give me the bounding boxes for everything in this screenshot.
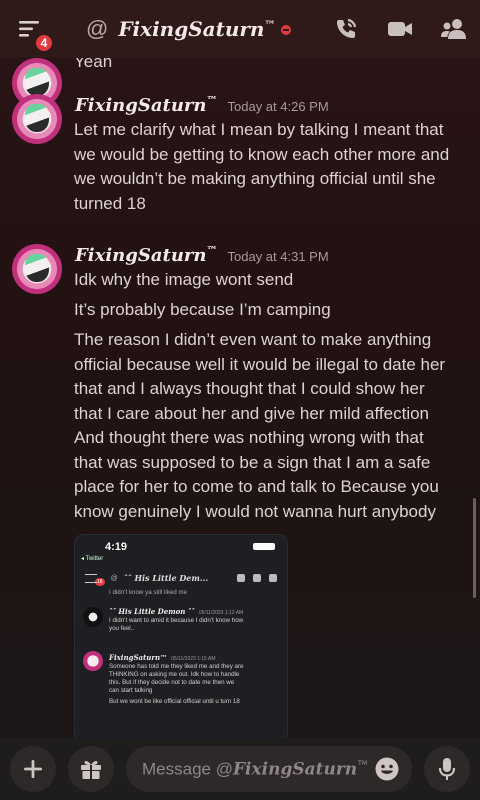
embed-message-text: I didn’t know ya still liked me bbox=[109, 589, 188, 596]
embed-avatar bbox=[83, 651, 103, 671]
timestamp: Today at 4:31 PM bbox=[227, 249, 329, 264]
add-attachment-button[interactable] bbox=[10, 746, 56, 792]
emoji-icon[interactable] bbox=[374, 756, 400, 782]
channel-title[interactable]: FixingSaturn™ bbox=[118, 17, 292, 41]
embed-message-line: you feel.. bbox=[109, 625, 135, 632]
placeholder-tm: ™ bbox=[357, 758, 369, 771]
author-name[interactable]: FixingSaturn™ bbox=[75, 244, 218, 266]
channel-header: 4 @ FixingSaturn™ bbox=[0, 0, 480, 58]
message-line: The reason I didn’t even want to make an… bbox=[74, 330, 432, 349]
message-line: place for her to come to and talk to Bec… bbox=[74, 477, 439, 496]
embed-author: ˆˆ His Little Demon ˆˆ 05/11/2023 1:12 AM bbox=[109, 607, 243, 616]
author-tm: ™ bbox=[206, 94, 218, 107]
embed-message-text: Someone has told me they liked me and th… bbox=[109, 663, 244, 706]
embed-message-text: I didn’t want to amid it because I didn’… bbox=[109, 617, 243, 633]
embed-author-text: FixingSaturn™ bbox=[109, 653, 168, 662]
message-line: official because well it would be illega… bbox=[74, 354, 446, 374]
voice-message-button[interactable] bbox=[424, 746, 470, 792]
notification-badge: 4 bbox=[34, 33, 54, 53]
message-text: Yeah bbox=[74, 58, 113, 71]
message-text: The reason I didn’t even want to make an… bbox=[74, 328, 470, 524]
embed-video-icon bbox=[253, 574, 261, 582]
message-line: know genuinely I would not wanna hurt an… bbox=[74, 501, 436, 521]
gift-button[interactable] bbox=[68, 746, 114, 792]
video-camera-icon bbox=[388, 22, 412, 36]
placeholder-prefix: Message @ bbox=[142, 759, 233, 779]
plus-icon bbox=[24, 760, 42, 778]
embed-author: FixingSaturn™ 05/11/2023 1:15 AM bbox=[109, 653, 216, 662]
battery-icon bbox=[253, 543, 275, 550]
embed-channel-name: ˆˆ His Little Dem... bbox=[123, 573, 209, 583]
embed-at-symbol: @ bbox=[110, 574, 118, 582]
embed-call-icon bbox=[237, 574, 245, 582]
channel-title-tm: ™ bbox=[264, 18, 276, 32]
message-input[interactable]: Message @FixingSaturn™ bbox=[126, 746, 412, 792]
menu-button[interactable]: 4 bbox=[12, 11, 54, 53]
message-text: Let me clarify what I mean by talking I … bbox=[74, 118, 470, 216]
message-text: Idk why the image wont send bbox=[74, 270, 294, 289]
avatar[interactable] bbox=[12, 94, 62, 144]
embed-time: 4:19 bbox=[105, 541, 128, 553]
author-name-text: FixingSaturn bbox=[75, 95, 207, 116]
message-list[interactable]: Yeah FixingSaturn™ Today at 4:26 PM Let … bbox=[0, 58, 480, 738]
message-line: that and I always thought that I could s… bbox=[74, 379, 425, 398]
embed-back-label: ◂ Twitter bbox=[81, 556, 104, 562]
phone-call-icon bbox=[337, 18, 357, 38]
embed-header: 18 @ ˆˆ His Little Dem... bbox=[75, 569, 287, 587]
at-symbol: @ bbox=[86, 16, 109, 41]
placeholder-name: FixingSaturn bbox=[232, 759, 358, 780]
embed-members-icon bbox=[269, 574, 277, 582]
embed-author-text: ˆˆ His Little Demon ˆˆ bbox=[109, 607, 195, 616]
message-line: that was supposed to be a sign that I am… bbox=[74, 452, 431, 472]
image-attachment[interactable]: 4:19 ◂ Twitter 18 @ ˆˆ His Little Dem...… bbox=[74, 534, 288, 738]
message-line: we would be getting to know each other m… bbox=[74, 144, 450, 164]
embed-message-line: I didn’t want to amid it because I didn’… bbox=[109, 617, 244, 624]
message-line: And thought there was nothing wrong with… bbox=[74, 428, 424, 447]
dnd-status-icon bbox=[281, 25, 292, 35]
embed-message-line: THINKING on asking me out. Idk how to ha… bbox=[109, 671, 240, 678]
embed-message-line: can start talking bbox=[109, 687, 153, 694]
embed-timestamp: 05/11/2023 1:12 AM bbox=[198, 610, 244, 616]
gift-icon bbox=[81, 760, 101, 779]
scrollbar[interactable] bbox=[473, 498, 476, 598]
message-composer: Message @FixingSaturn™ bbox=[0, 738, 480, 800]
embed-message-line: But we wont be like official official un… bbox=[109, 698, 240, 705]
microphone-icon bbox=[438, 758, 456, 780]
members-button[interactable] bbox=[440, 15, 468, 43]
embed-timestamp: 05/11/2023 1:15 AM bbox=[171, 656, 216, 662]
channel-title-text: FixingSaturn bbox=[118, 17, 265, 41]
members-icon bbox=[441, 19, 466, 39]
author-tm: ™ bbox=[206, 244, 218, 257]
embed-message-line: Someone has told me they liked me and th… bbox=[109, 663, 244, 670]
embed-avatar bbox=[83, 607, 103, 627]
embed-status-bar: 4:19 ◂ Twitter bbox=[75, 535, 287, 562]
message-line: Let me clarify what I mean by talking I … bbox=[74, 120, 444, 139]
call-button[interactable] bbox=[332, 15, 360, 43]
message-line: that I care about her and give her mild … bbox=[74, 403, 430, 423]
message-input-placeholder: Message @FixingSaturn™ bbox=[142, 759, 368, 780]
author-name-text: FixingSaturn bbox=[75, 245, 207, 266]
message-text: It’s probably because I’m camping bbox=[74, 300, 331, 319]
video-call-button[interactable] bbox=[386, 15, 414, 43]
timestamp: Today at 4:26 PM bbox=[227, 99, 329, 114]
message-line: turned 18 bbox=[74, 193, 146, 213]
embed-header-icons bbox=[237, 574, 277, 582]
embed-menu-icon bbox=[85, 573, 97, 583]
embed-message-line: this. But if they decide not to date me … bbox=[109, 679, 235, 686]
message-line: we wouldn’t be making anything official … bbox=[74, 169, 436, 188]
avatar[interactable] bbox=[12, 244, 62, 294]
author-name[interactable]: FixingSaturn™ bbox=[75, 94, 218, 116]
